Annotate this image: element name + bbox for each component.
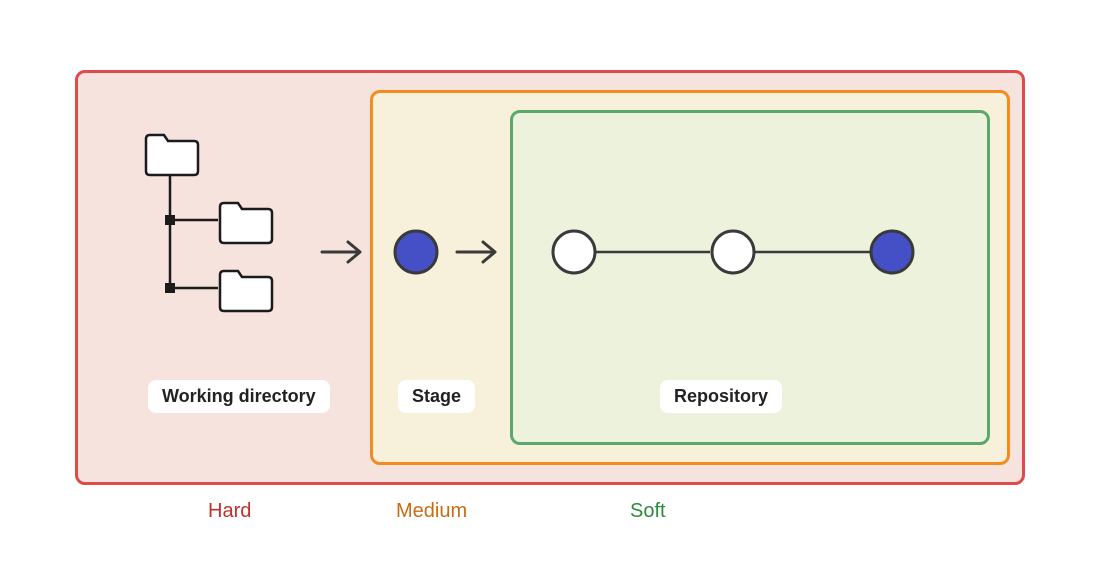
working-directory-tree [130, 125, 330, 315]
repository-label: Repository [660, 380, 782, 413]
repository-commit-chain [550, 228, 960, 276]
soft-mode-label: Soft [630, 500, 666, 523]
commit-mid [712, 231, 754, 273]
folder-icon [146, 135, 198, 175]
folder-icon [220, 203, 272, 243]
commit-head [871, 231, 913, 273]
working-directory-label: Working directory [148, 380, 330, 413]
staged-commit [392, 228, 440, 276]
stage-label: Stage [398, 380, 475, 413]
medium-mode-label: Medium [396, 500, 467, 523]
hard-mode-label: Hard [208, 500, 251, 523]
commit-old [553, 231, 595, 273]
arrow-right-icon [320, 237, 368, 267]
diagram-canvas: Working directory Stage Repository Hard … [0, 0, 1100, 573]
arrow-right-icon [455, 237, 503, 267]
folder-icon [220, 271, 272, 311]
